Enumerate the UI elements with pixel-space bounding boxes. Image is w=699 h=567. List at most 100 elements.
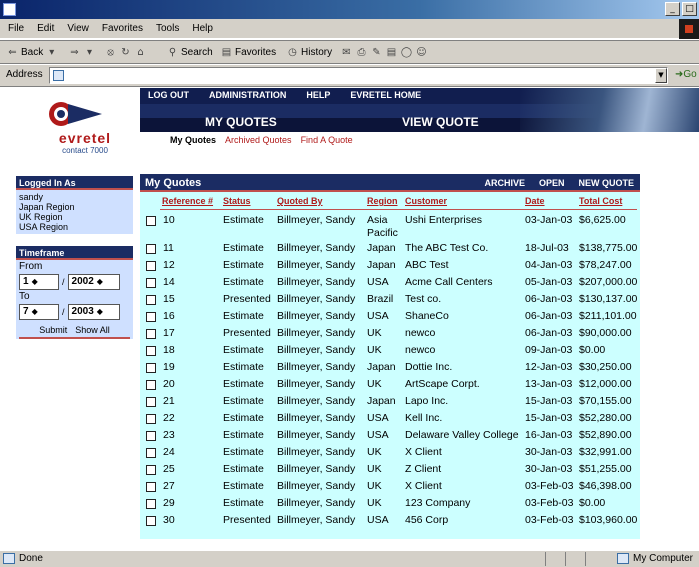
refresh-icon[interactable]: ↻ <box>119 46 132 59</box>
table-row[interactable]: 21 Estimate Billmeyer, Sandy Japan Lapo Inc.… <box>140 395 640 412</box>
edit-icon[interactable]: ✎ <box>370 46 383 59</box>
cell-reference: 15 <box>163 293 175 305</box>
go-button[interactable]: ➜Go <box>675 69 697 80</box>
history-button[interactable]: ◷ History <box>286 45 332 60</box>
row-checkbox[interactable] <box>146 414 156 424</box>
row-checkbox[interactable] <box>146 295 156 305</box>
subnav-archived-quotes[interactable]: Archived Quotes <box>225 135 292 145</box>
new-quote-button[interactable]: NEW QUOTE <box>579 178 635 188</box>
subnav-find-a-quote[interactable]: Find A Quote <box>301 135 353 145</box>
messenger-icon[interactable]: ◯ <box>400 46 413 59</box>
cell-reference: 11 <box>163 242 174 254</box>
column-header-date[interactable]: Date <box>525 196 545 206</box>
row-checkbox[interactable] <box>146 261 156 271</box>
column-header-reference[interactable]: Reference # <box>162 196 213 206</box>
cell-region: Asia Pacific <box>367 214 398 239</box>
row-checkbox[interactable] <box>146 329 156 339</box>
menu-edit[interactable]: Edit <box>37 23 54 34</box>
cell-reference: 20 <box>163 378 175 390</box>
menu-file[interactable]: File <box>8 23 24 34</box>
cell-status: Estimate <box>223 276 264 288</box>
table-row[interactable]: 17 Presented Billmeyer, Sandy UK newco 06-Jan… <box>140 327 640 344</box>
print-icon[interactable]: ⎙ <box>355 46 368 59</box>
address-dropdown-icon[interactable]: ▼ <box>655 68 667 83</box>
nav-evretel-home[interactable]: EVRETEL HOME <box>350 90 421 100</box>
from-month-select[interactable]: 1 ◆ <box>19 274 59 290</box>
forward-dropdown-icon[interactable]: ▾ <box>83 46 96 59</box>
cell-region: UK <box>367 327 382 339</box>
contacts-icon[interactable]: ☺ <box>415 46 428 59</box>
row-checkbox[interactable] <box>146 499 156 509</box>
table-row[interactable]: 30 Presented Billmeyer, Sandy USA 456 Corp 03… <box>140 514 640 531</box>
stop-icon[interactable]: ⦻ <box>104 46 117 59</box>
cell-date: 12-Jan-03 <box>525 361 573 373</box>
nav-logout[interactable]: LOG OUT <box>148 90 189 100</box>
menu-help[interactable]: Help <box>192 23 213 34</box>
menu-favorites[interactable]: Favorites <box>102 23 143 34</box>
tab-my-quotes[interactable]: MY QUOTES <box>205 115 277 129</box>
show-all-button[interactable]: Show All <box>75 325 110 335</box>
evretel-logo[interactable]: evretel contact 7000 <box>30 100 140 160</box>
home-icon[interactable]: ⌂ <box>134 46 147 59</box>
column-header-customer[interactable]: Customer <box>405 196 447 206</box>
table-row[interactable]: 24 Estimate Billmeyer, Sandy UK X Client 30-J… <box>140 446 640 463</box>
address-input[interactable] <box>49 67 668 84</box>
table-row[interactable]: 23 Estimate Billmeyer, Sandy USA Delaware Va… <box>140 429 640 446</box>
table-row[interactable]: 29 Estimate Billmeyer, Sandy UK 123 Company 0… <box>140 497 640 514</box>
minimize-button[interactable]: _ <box>665 2 680 16</box>
table-row[interactable]: 25 Estimate Billmeyer, Sandy UK Z Client 30-J… <box>140 463 640 480</box>
column-header-status[interactable]: Status <box>223 196 251 206</box>
discuss-icon[interactable]: ▤ <box>385 46 398 59</box>
cell-status: Presented <box>223 293 271 305</box>
row-checkbox[interactable] <box>146 244 156 254</box>
nav-help[interactable]: HELP <box>306 90 330 100</box>
maximize-button[interactable]: □ <box>682 2 697 16</box>
row-checkbox[interactable] <box>146 465 156 475</box>
submit-button[interactable]: Submit <box>39 325 67 335</box>
row-checkbox[interactable] <box>146 312 156 322</box>
cell-date: 09-Jan-03 <box>525 344 573 356</box>
column-header-region[interactable]: Region <box>367 196 398 206</box>
row-checkbox[interactable] <box>146 448 156 458</box>
nav-administration[interactable]: ADMINISTRATION <box>209 90 286 100</box>
menu-tools[interactable]: Tools <box>156 23 179 34</box>
cell-region: Japan <box>367 242 396 254</box>
table-row[interactable]: 22 Estimate Billmeyer, Sandy USA Kell Inc. 15… <box>140 412 640 429</box>
mail-icon[interactable]: ✉ <box>340 46 353 59</box>
table-row[interactable]: 16 Estimate Billmeyer, Sandy USA ShaneCo 06-J… <box>140 310 640 327</box>
row-checkbox[interactable] <box>146 216 156 226</box>
table-row[interactable]: 11 Estimate Billmeyer, Sandy Japan The ABC T… <box>140 242 640 259</box>
row-checkbox[interactable] <box>146 397 156 407</box>
open-button[interactable]: OPEN <box>539 178 565 188</box>
to-year-select[interactable]: 2003 ◆ <box>67 304 120 320</box>
table-row[interactable]: 20 Estimate Billmeyer, Sandy UK ArtScape Cor… <box>140 378 640 395</box>
row-checkbox[interactable] <box>146 516 156 526</box>
row-checkbox[interactable] <box>146 380 156 390</box>
subnav-my-quotes[interactable]: My Quotes <box>170 135 216 145</box>
table-row[interactable]: 27 Estimate Billmeyer, Sandy UK X Client 03-F… <box>140 480 640 497</box>
table-row[interactable]: 10 Estimate Billmeyer, Sandy Asia Pacific Us… <box>140 214 640 239</box>
tab-view-quote[interactable]: VIEW QUOTE <box>402 115 479 129</box>
archive-button[interactable]: ARCHIVE <box>484 178 525 188</box>
favorites-button[interactable]: ▤ Favorites <box>220 45 276 60</box>
table-row[interactable]: 19 Estimate Billmeyer, Sandy Japan Dottie In… <box>140 361 640 378</box>
table-row[interactable]: 15 Presented Billmeyer, Sandy Brazil Test co… <box>140 293 640 310</box>
row-checkbox[interactable] <box>146 482 156 492</box>
back-dropdown-icon[interactable]: ▾ <box>45 46 58 59</box>
table-row[interactable]: 12 Estimate Billmeyer, Sandy Japan ABC Test 0… <box>140 259 640 276</box>
row-checkbox[interactable] <box>146 431 156 441</box>
row-checkbox[interactable] <box>146 346 156 356</box>
forward-button[interactable]: ⇒ ▾ <box>68 45 96 60</box>
column-header-quoted-by[interactable]: Quoted By <box>277 196 323 206</box>
column-header-total[interactable]: Total Cost <box>579 196 622 206</box>
to-month-select[interactable]: 7 ◆ <box>19 304 59 320</box>
logged-in-panel: Logged In As sandy Japan Region UK Regio… <box>16 176 133 234</box>
row-checkbox[interactable] <box>146 278 156 288</box>
from-year-select[interactable]: 2002 ◆ <box>67 274 120 290</box>
table-row[interactable]: 18 Estimate Billmeyer, Sandy UK newco 09-Jan-… <box>140 344 640 361</box>
search-button[interactable]: ⚲ Search <box>166 45 213 60</box>
menu-view[interactable]: View <box>67 23 89 34</box>
back-button[interactable]: ⇐ Back ▾ <box>6 45 58 60</box>
row-checkbox[interactable] <box>146 363 156 373</box>
table-row[interactable]: 14 Estimate Billmeyer, Sandy USA Acme Call C… <box>140 276 640 293</box>
